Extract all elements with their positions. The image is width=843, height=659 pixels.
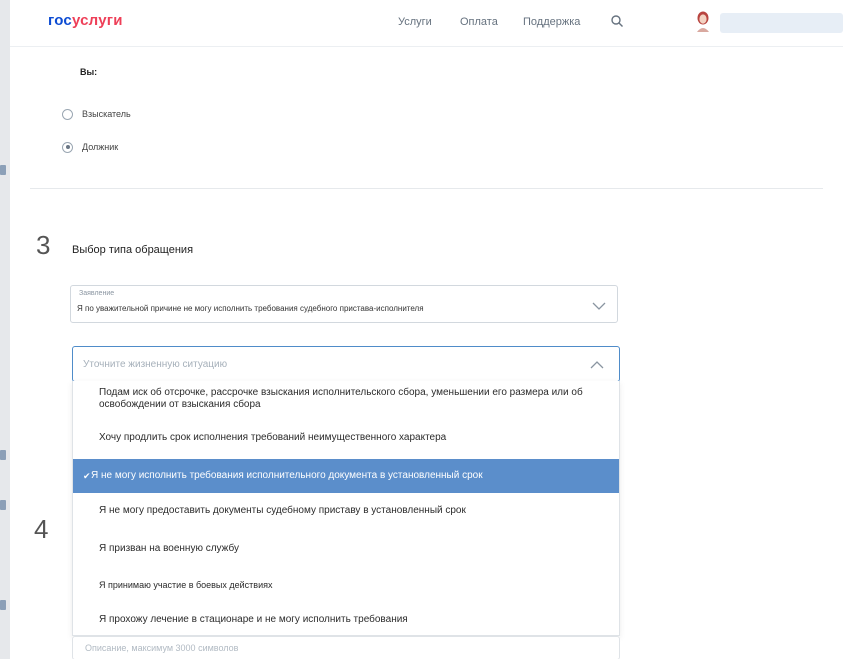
situation-select[interactable]: Уточните жизненную ситуацию [72,346,620,382]
textarea-placeholder: Описание, максимум 3000 символов [85,643,239,653]
edge-marker [0,500,6,510]
radio-label: Должник [82,142,119,152]
dropdown-option[interactable]: Я призван на военную службу [73,538,619,560]
section-divider [30,188,823,189]
nav-services[interactable]: Услуги [398,16,432,28]
description-textarea[interactable]: Описание, максимум 3000 символов [72,636,620,659]
situation-dropdown-list: Подам иск об отсрочке, рассрочке взыскан… [72,381,620,636]
step-number-3: 3 [36,230,51,260]
radio-option-debtor[interactable]: Должник [62,139,118,155]
search-icon[interactable] [610,14,624,28]
radio-button[interactable] [62,108,73,120]
user-avatar-icon[interactable] [695,10,711,32]
edge-marker [0,600,6,610]
radio-button-checked[interactable] [62,141,73,153]
dropdown-option[interactable]: Я принимаю участие в боевых действиях [73,574,619,596]
dropdown-option[interactable]: Я не могу предоставить документы судебно… [73,500,619,522]
gosuslugi-logo[interactable]: госуслуги [48,12,123,29]
dropdown-option-selected[interactable]: ✔ Я не могу исполнить требования исполни… [73,459,619,493]
select-value: Я по уважительной причине не могу исполн… [77,304,424,313]
edge-marker [0,450,6,460]
dropdown-option[interactable]: Хочу продлить срок исполнения требований… [73,427,619,449]
step-title: Выбор типа обращения [72,244,194,256]
nav-payment[interactable]: Оплата [460,16,498,28]
chevron-down-icon[interactable] [591,301,607,311]
nav-support[interactable]: Поддержка [523,16,580,28]
step-number-4: 4 [34,514,49,544]
top-header: госуслуги Услуги Оплата Поддержка [10,0,843,47]
statement-type-select[interactable]: Заявление Я по уважительной причине не м… [70,285,618,323]
radio-option-claimant[interactable]: Взыскатель [62,106,131,122]
chevron-up-icon[interactable] [589,360,605,370]
user-name-bar[interactable] [720,13,843,33]
role-label: Вы: [80,67,98,77]
dropdown-option[interactable]: Я прохожу лечение в стационаре и не могу… [73,609,619,631]
edge-marker [0,165,6,175]
window-edge [0,0,10,659]
select-caption: Заявление [79,290,115,297]
select-placeholder: Уточните жизненную ситуацию [83,359,228,370]
checkmark-icon: ✔ [83,471,91,481]
dropdown-option[interactable]: Подам иск об отсрочке, рассрочке взыскан… [73,385,619,419]
page: госуслуги Услуги Оплата Поддержка Вы: Вз… [10,0,843,659]
radio-label: Взыскатель [82,109,131,119]
